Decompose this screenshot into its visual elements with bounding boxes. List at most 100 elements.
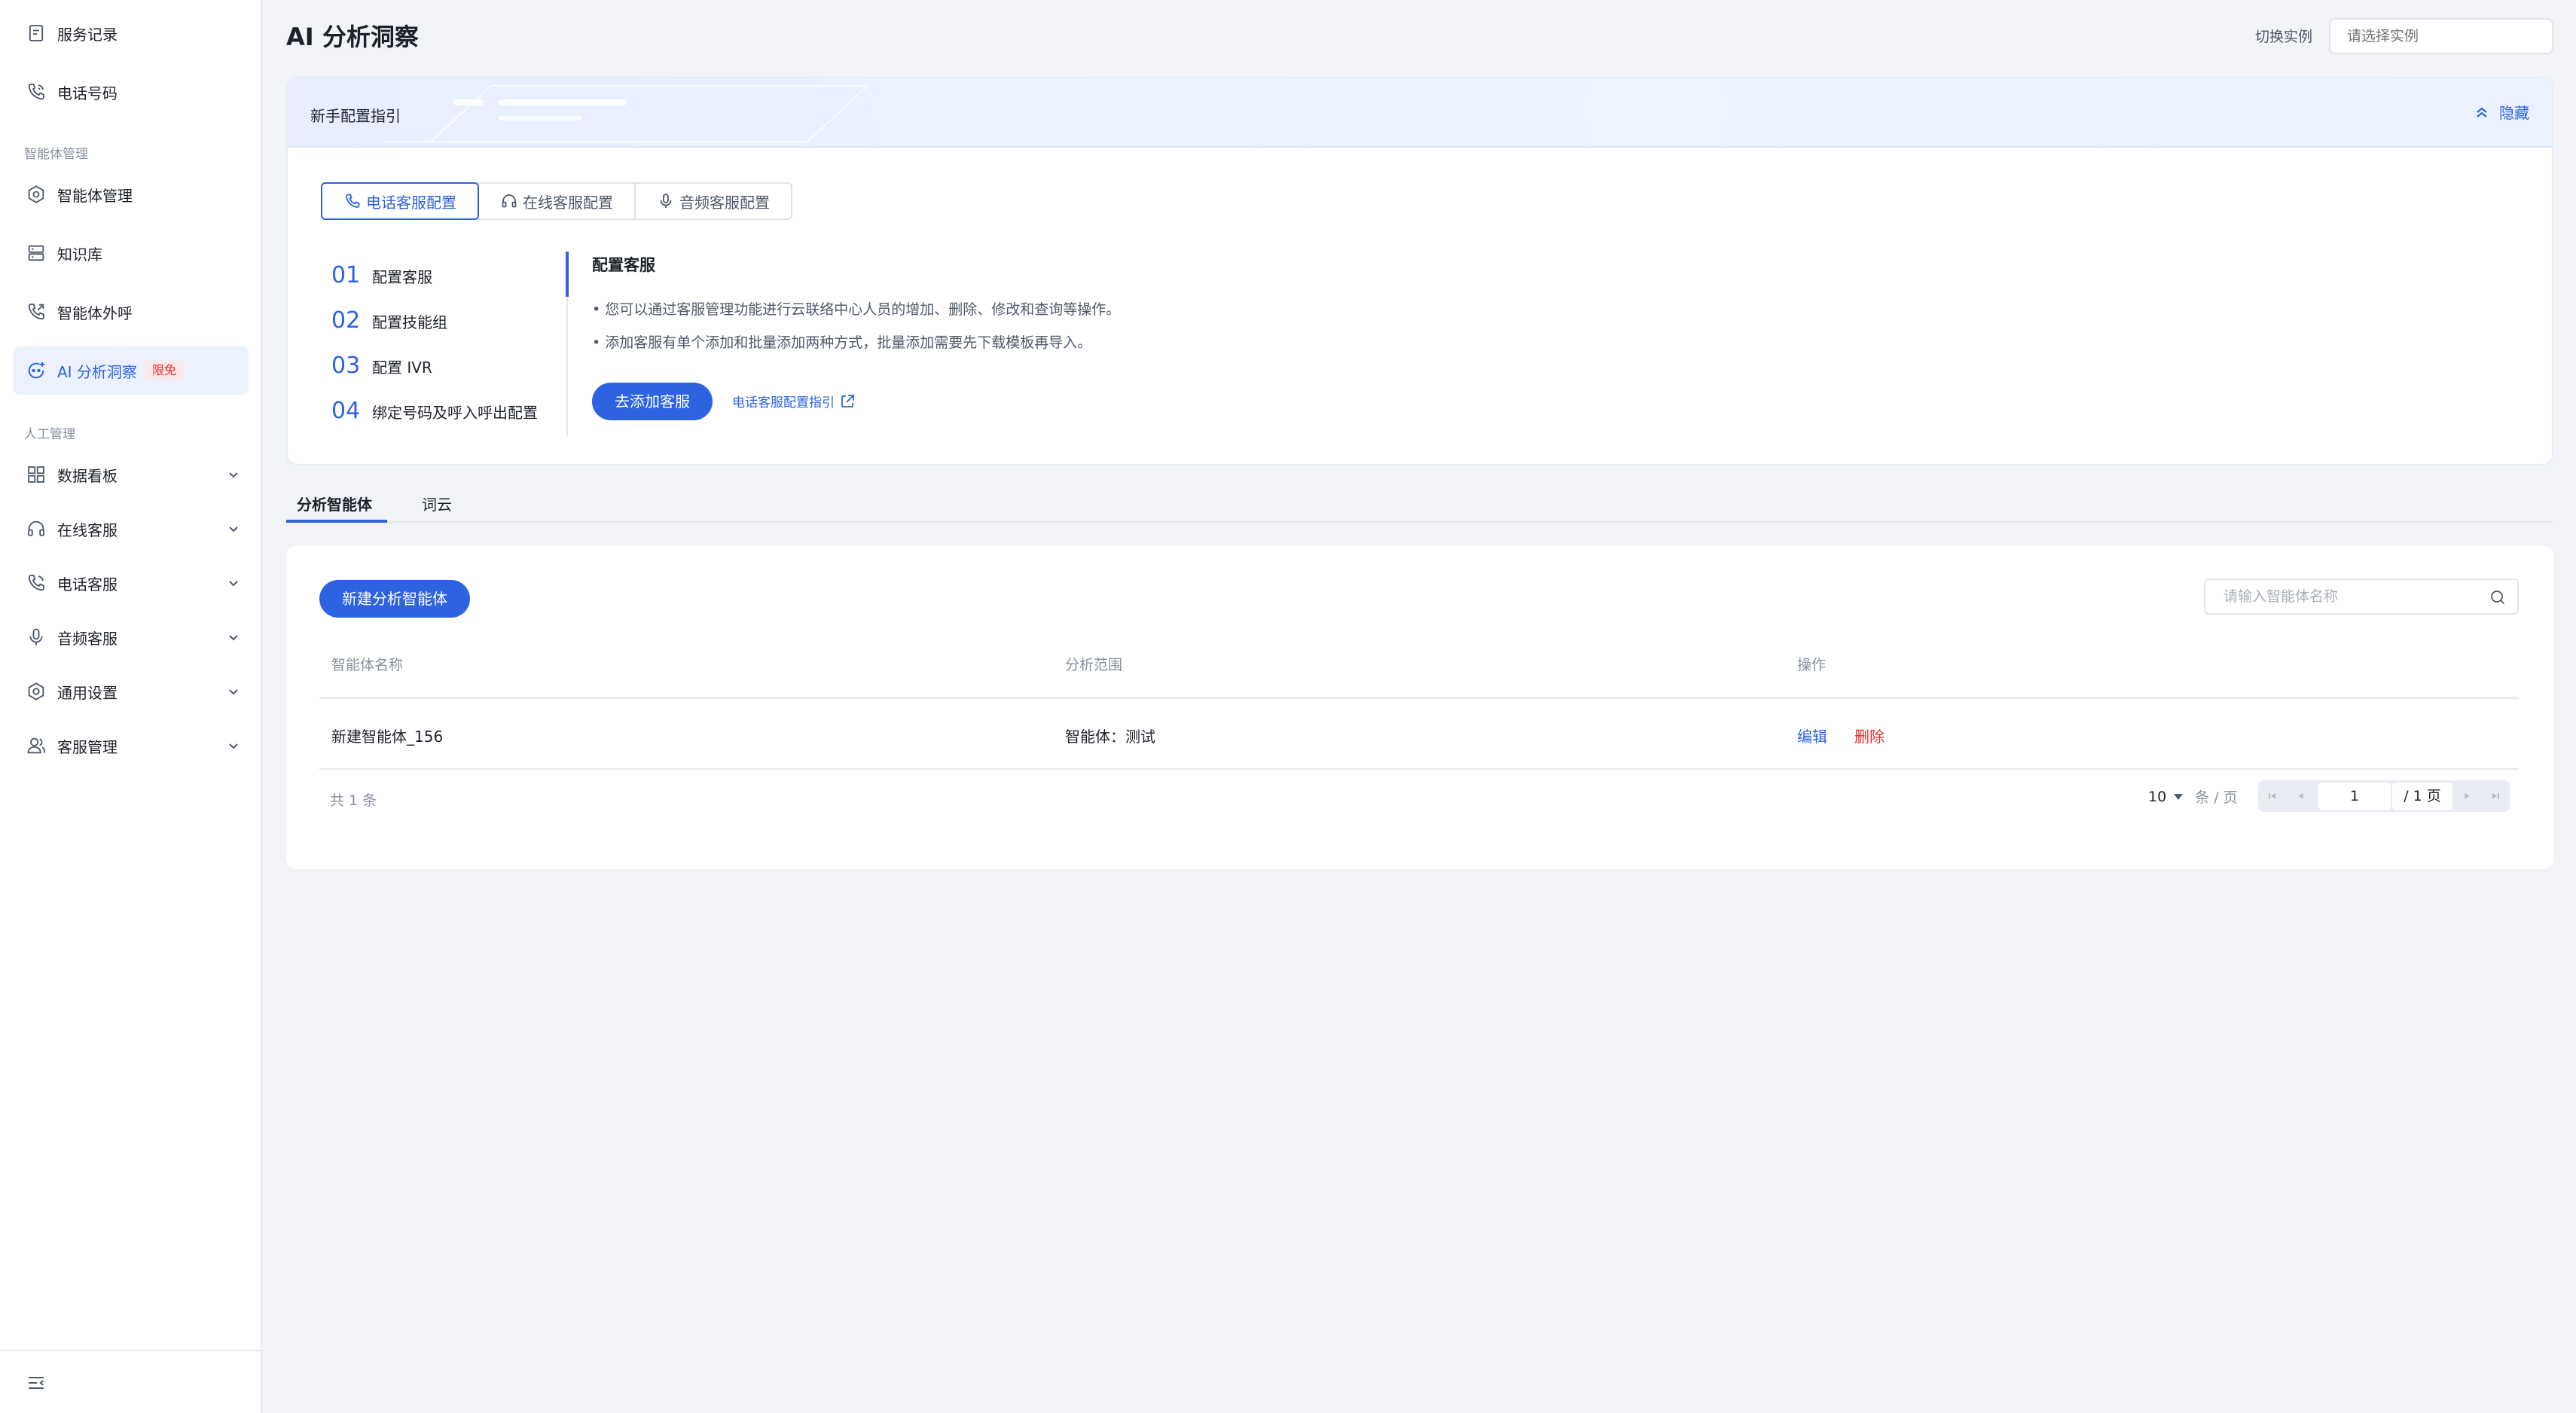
hide-label: 隐藏 bbox=[2499, 104, 2529, 122]
page-number-input[interactable] bbox=[2318, 783, 2391, 810]
guide-step-4[interactable]: 04 绑定号码及呼入呼出配置 bbox=[331, 398, 538, 424]
database-icon bbox=[26, 243, 47, 264]
document-icon bbox=[26, 23, 47, 44]
step-label: 配置技能组 bbox=[372, 313, 447, 331]
sidebar-item-label: 电话号码 bbox=[57, 84, 118, 102]
guide-title: 新手配置指引 bbox=[310, 107, 401, 125]
collapse-menu-icon[interactable] bbox=[26, 1372, 47, 1393]
chevron-down-icon bbox=[226, 738, 241, 753]
column-header-scope: 分析范围 bbox=[1065, 657, 1123, 673]
guide-step-3[interactable]: 03 配置 IVR bbox=[331, 352, 432, 379]
onboarding-guide-card: 新手配置指引 隐藏 电话客服配置 在线客服配置 音频客服配置 01 配置客服 0… bbox=[286, 77, 2553, 465]
guide-header: 新手配置指引 隐藏 bbox=[288, 78, 2552, 148]
sidebar-item-label: 智能体管理 bbox=[57, 186, 133, 205]
search-input[interactable] bbox=[2205, 580, 2477, 613]
free-badge: 限免 bbox=[144, 361, 184, 380]
phone-config-guide-link[interactable]: 电话客服配置指引 bbox=[732, 392, 856, 410]
caret-down-icon bbox=[2174, 793, 2184, 800]
step-detail-bullet: • 您可以通过客服管理功能进行云联络中心人员的增加、删除、修改和查询等操作。 bbox=[592, 301, 1121, 318]
chevron-down-icon bbox=[226, 684, 241, 699]
page-size-select[interactable]: 10 条 / 页 bbox=[2148, 786, 2238, 807]
sidebar-item-audio-service[interactable]: 音频客服 bbox=[14, 613, 249, 661]
active-tab-indicator bbox=[286, 520, 387, 523]
page-size-unit: 条 / 页 bbox=[2195, 789, 2238, 806]
first-page-icon bbox=[2267, 791, 2278, 801]
phone-outgoing-icon bbox=[26, 301, 47, 322]
table-header-divider bbox=[319, 697, 2519, 699]
service-type-tabs: 电话客服配置 在线客服配置 音频客服配置 bbox=[321, 182, 792, 220]
tab-label: 在线客服配置 bbox=[523, 193, 613, 212]
step-number: 03 bbox=[331, 352, 361, 379]
step-number: 02 bbox=[331, 307, 361, 334]
tab-phone-service-config[interactable]: 电话客服配置 bbox=[321, 182, 479, 220]
decorative-lines-icon bbox=[386, 85, 868, 142]
step-label: 绑定号码及呼入呼出配置 bbox=[372, 404, 538, 422]
sidebar-footer bbox=[0, 1350, 261, 1413]
headset-icon bbox=[26, 518, 47, 539]
double-chevron-up-icon bbox=[2474, 104, 2490, 121]
delete-link[interactable]: 删除 bbox=[1854, 725, 1885, 746]
step-detail-title: 配置客服 bbox=[592, 256, 655, 274]
sidebar-item-label: 客服管理 bbox=[57, 737, 118, 756]
sidebar-item-phone-service[interactable]: 电话客服 bbox=[14, 559, 249, 607]
pagination: / 1 页 bbox=[2258, 780, 2510, 812]
ai-insight-icon bbox=[26, 360, 47, 381]
search-icon[interactable] bbox=[2489, 588, 2507, 606]
chevron-down-icon bbox=[226, 575, 241, 591]
sidebar: 服务记录 电话号码 智能体管理 智能体管理 知识库 智能体外呼 AI 分析洞察 … bbox=[0, 0, 262, 1413]
tab-online-service-config[interactable]: 在线客服配置 bbox=[479, 184, 636, 218]
sidebar-item-label: AI 分析洞察 bbox=[57, 362, 137, 381]
sidebar-item-general-settings[interactable]: 通用设置 bbox=[14, 667, 249, 716]
sidebar-item-service-records[interactable]: 服务记录 bbox=[14, 9, 249, 57]
sidebar-item-agent-management[interactable]: 智能体管理 bbox=[14, 170, 249, 218]
tab-analysis-agent[interactable]: 分析智能体 bbox=[297, 493, 372, 514]
total-pages: / 1 页 bbox=[2392, 783, 2452, 810]
tab-label: 电话客服配置 bbox=[366, 193, 456, 212]
tab-label: 音频客服配置 bbox=[679, 193, 770, 212]
phone-icon bbox=[343, 192, 362, 210]
page-size-value: 10 bbox=[2148, 788, 2167, 805]
sidebar-item-knowledge-base[interactable]: 知识库 bbox=[14, 229, 249, 277]
steps-divider bbox=[566, 252, 569, 435]
sidebar-item-dashboard[interactable]: 数据看板 bbox=[14, 450, 249, 499]
step-label: 配置客服 bbox=[372, 268, 432, 286]
sidebar-item-label: 音频客服 bbox=[57, 629, 118, 648]
sidebar-item-label: 服务记录 bbox=[57, 25, 118, 44]
phone-icon bbox=[26, 572, 47, 594]
first-page-button[interactable] bbox=[2258, 780, 2287, 812]
microphone-icon bbox=[26, 627, 47, 648]
chevron-down-icon bbox=[226, 521, 241, 536]
page-title: AI 分析洞察 bbox=[286, 23, 419, 51]
hide-guide-button[interactable]: 隐藏 bbox=[2474, 101, 2529, 123]
sidebar-item-phone-numbers[interactable]: 电话号码 bbox=[14, 68, 249, 116]
sidebar-item-label: 知识库 bbox=[57, 245, 102, 264]
sidebar-item-agent-staff[interactable]: 客服管理 bbox=[14, 722, 249, 770]
sidebar-item-ai-insight[interactable]: AI 分析洞察 限免 bbox=[14, 346, 249, 395]
sidebar-item-label: 智能体外呼 bbox=[57, 304, 133, 322]
guide-step-2[interactable]: 02 配置技能组 bbox=[331, 307, 447, 334]
sidebar-item-agent-outbound[interactable]: 智能体外呼 bbox=[14, 288, 249, 336]
grid-dashboard-icon bbox=[26, 464, 47, 485]
sidebar-item-label: 电话客服 bbox=[57, 575, 118, 594]
step-number: 01 bbox=[331, 262, 361, 288]
last-page-button[interactable] bbox=[2481, 780, 2510, 812]
agent-hexagon-icon bbox=[26, 184, 47, 205]
tab-word-cloud[interactable]: 词云 bbox=[422, 493, 452, 514]
content-tabs: 分析智能体 词云 bbox=[286, 490, 2553, 523]
edit-link[interactable]: 编辑 bbox=[1797, 725, 1827, 746]
active-step-indicator bbox=[566, 252, 569, 297]
sidebar-item-label: 在线客服 bbox=[57, 520, 118, 539]
create-analysis-agent-button[interactable]: 新建分析智能体 bbox=[319, 580, 470, 618]
link-label: 电话客服配置指引 bbox=[732, 395, 835, 410]
nav-group-title: 人工管理 bbox=[24, 427, 75, 442]
add-agent-button[interactable]: 去添加客服 bbox=[592, 383, 713, 420]
prev-page-icon bbox=[2296, 791, 2306, 801]
guide-step-1[interactable]: 01 配置客服 bbox=[331, 262, 432, 288]
prev-page-button[interactable] bbox=[2287, 780, 2315, 812]
sidebar-item-online-service[interactable]: 在线客服 bbox=[14, 505, 249, 553]
headset-icon bbox=[500, 192, 518, 210]
tab-audio-service-config[interactable]: 音频客服配置 bbox=[636, 184, 791, 218]
next-page-button[interactable] bbox=[2452, 780, 2481, 812]
instance-select[interactable] bbox=[2329, 18, 2553, 54]
step-number: 04 bbox=[331, 398, 361, 424]
